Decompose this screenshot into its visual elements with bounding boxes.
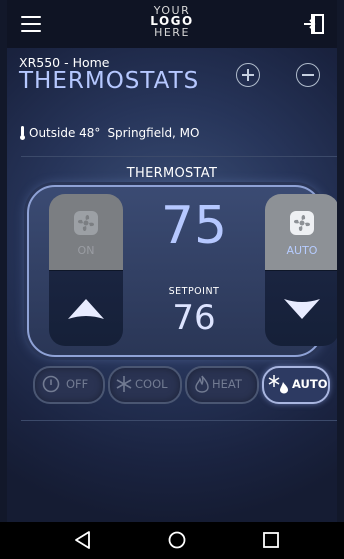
mode-auto-label: AUTO — [292, 377, 328, 391]
thermometer-icon — [20, 126, 25, 140]
fan-auto-panel: AUTO — [265, 194, 337, 346]
hamburger-icon[interactable] — [21, 16, 41, 32]
back-triangle-icon[interactable] — [73, 530, 93, 550]
home-circle-icon[interactable] — [167, 530, 187, 550]
snowflake-icon — [116, 376, 132, 392]
down-arrow-icon — [284, 299, 320, 319]
mode-cool-label: COOL — [135, 377, 168, 391]
auto-icon — [268, 375, 288, 394]
weather-location: Springfield, MO — [107, 126, 200, 140]
flame-icon — [195, 375, 209, 393]
setpoint-value: 76 — [172, 298, 216, 338]
fan-on-panel: ON — [49, 194, 123, 346]
recents-square-icon[interactable] — [261, 530, 281, 550]
logo-line-3: HERE — [154, 26, 190, 39]
app-screen: YOUR LOGO HERE XR550 - Home THERMOSTATS … — [7, 0, 337, 522]
fan-icon — [74, 211, 98, 235]
divider — [21, 420, 337, 421]
mode-selector: OFF COOL HEAT AUTO — [33, 366, 330, 404]
remove-button[interactable] — [296, 63, 320, 87]
add-button[interactable] — [236, 63, 260, 87]
mode-off-button[interactable]: OFF — [33, 366, 105, 404]
top-bar: YOUR LOGO HERE — [7, 0, 337, 48]
thermostat-name: THERMOSTAT — [126, 166, 218, 181]
current-temperature: 75 — [160, 196, 228, 256]
fan-icon — [290, 211, 314, 235]
setpoint-label: SETPOINT — [168, 286, 220, 297]
mode-off-label: OFF — [66, 377, 89, 391]
outside-temp: Outside 48° — [29, 126, 101, 140]
increase-button[interactable] — [49, 270, 123, 346]
page-title: THERMOSTATS — [19, 68, 200, 94]
logo: YOUR LOGO HERE — [150, 5, 193, 38]
temperature-display: 75 SETPOINT 76 — [123, 194, 265, 346]
fan-auto-label: AUTO — [286, 244, 318, 257]
logout-icon[interactable] — [303, 13, 325, 35]
fan-auto-button[interactable]: AUTO — [265, 194, 337, 270]
power-icon — [42, 375, 60, 393]
mode-heat-label: HEAT — [212, 377, 242, 391]
thermostat-control: ON 75 SETPOINT 76 AUTO — [27, 185, 337, 357]
android-nav-bar — [0, 522, 344, 559]
mode-cool-button[interactable]: COOL — [108, 366, 182, 404]
decrease-button[interactable] — [265, 270, 337, 346]
fan-on-button[interactable]: ON — [49, 194, 123, 270]
fan-on-label: ON — [77, 244, 95, 257]
divider — [21, 156, 337, 157]
up-arrow-icon — [68, 299, 104, 319]
mode-heat-button[interactable]: HEAT — [185, 366, 259, 404]
weather-row: Outside 48° Springfield, MO — [20, 126, 199, 140]
mode-auto-button[interactable]: AUTO — [262, 366, 330, 404]
